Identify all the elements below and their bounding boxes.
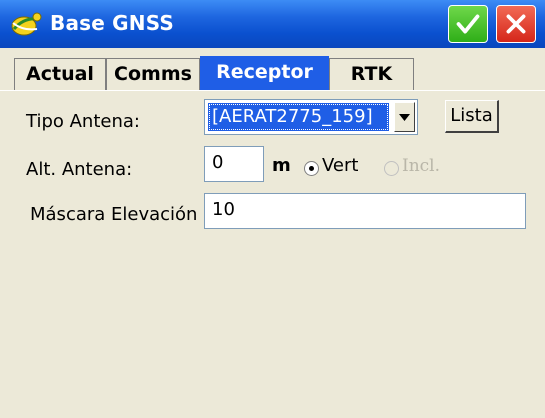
antenna-height-input[interactable]: 0	[204, 146, 264, 182]
ok-button[interactable]	[448, 5, 488, 43]
cancel-button[interactable]	[496, 5, 536, 43]
window-title: Base GNSS	[50, 11, 175, 35]
tab-receptor[interactable]: Receptor	[200, 56, 329, 91]
title-bar: Base GNSS	[0, 0, 545, 48]
antenna-type-label: Tipo Antena:	[26, 111, 140, 132]
elevation-mask-label: Máscara Elevación	[30, 204, 198, 225]
tab-actual[interactable]: Actual	[14, 58, 106, 91]
vertical-radio-label[interactable]: Vert	[322, 155, 358, 176]
chevron-down-icon	[399, 114, 410, 121]
antenna-height-unit: m	[272, 155, 291, 176]
list-button[interactable]: Lista	[445, 100, 499, 133]
tab-panel-receptor	[0, 91, 545, 418]
dropdown-button[interactable]	[394, 102, 415, 132]
vertical-radio[interactable]	[304, 161, 319, 176]
check-icon	[456, 14, 480, 34]
antenna-type-value: [AERAT2775_159]	[208, 103, 389, 131]
tab-rtk[interactable]: RTK	[329, 58, 414, 91]
close-icon	[506, 14, 526, 34]
satellite-icon	[9, 9, 45, 39]
tab-comms[interactable]: Comms	[106, 58, 200, 91]
inclined-radio	[384, 161, 399, 176]
antenna-height-label: Alt. Antena:	[26, 159, 133, 180]
inclined-radio-label: Incl.	[402, 156, 441, 176]
elevation-mask-input[interactable]: 10	[204, 193, 526, 229]
antenna-type-select[interactable]: [AERAT2775_159]	[204, 99, 418, 135]
